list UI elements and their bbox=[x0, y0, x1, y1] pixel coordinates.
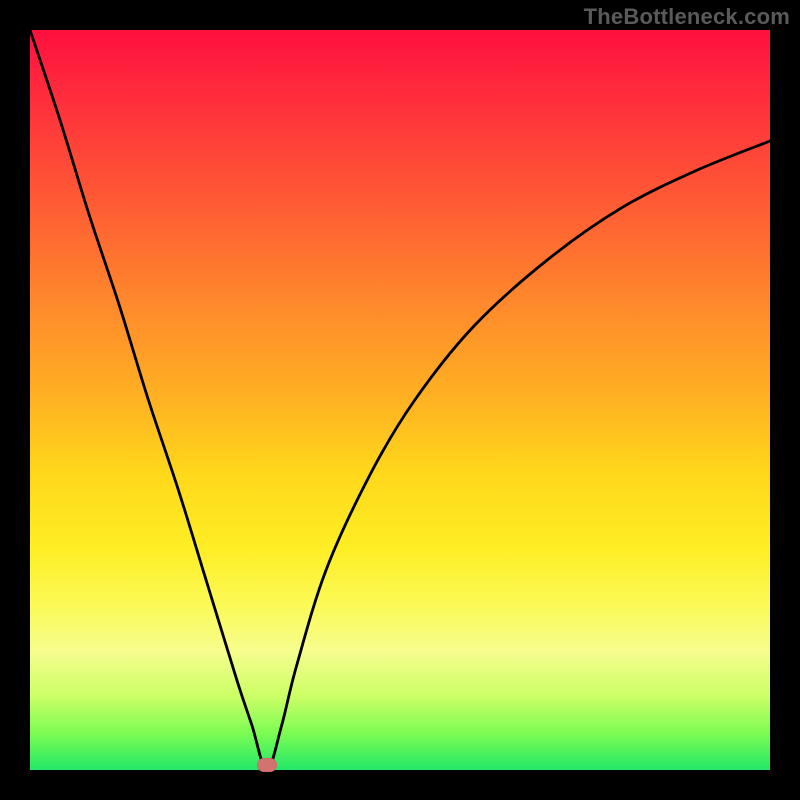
optimal-point-marker bbox=[257, 758, 277, 772]
watermark-text: TheBottleneck.com bbox=[584, 4, 790, 30]
plot-gradient-background bbox=[30, 30, 770, 770]
chart-frame: TheBottleneck.com bbox=[0, 0, 800, 800]
